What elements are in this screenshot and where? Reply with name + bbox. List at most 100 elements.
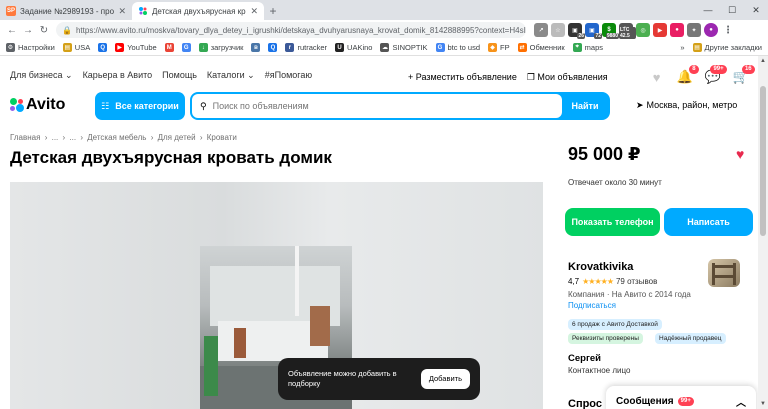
extension-5-icon[interactable]: ▶: [653, 23, 667, 37]
bookmark-exchange[interactable]: ⇄ Обменник: [517, 43, 565, 52]
favorites-heart-icon[interactable]: ♥: [648, 68, 666, 86]
tab-task[interactable]: SP Задание №2989193 - просмотр з ✕: [0, 2, 132, 20]
nav-help[interactable]: Помощь: [162, 70, 197, 81]
breadcrumb-beds[interactable]: Кровати: [207, 133, 237, 142]
bookmark-rutracker[interactable]: r rutracker: [285, 43, 327, 52]
star-icon[interactable]: ☆: [551, 23, 565, 37]
nav-catalogs[interactable]: Каталоги ⌄: [207, 70, 255, 81]
contact-name: Сергей: [568, 353, 602, 364]
tab-title: Детская двухъярусная кровать д: [152, 6, 246, 16]
gmail-icon: M: [164, 43, 174, 52]
search-field[interactable]: ⚲: [192, 94, 562, 118]
bookmark-usa[interactable]: ▤ USA: [62, 43, 90, 52]
favorite-heart-icon[interactable]: ♥: [736, 146, 744, 162]
url-text: https://www.avito.ru/moskva/tovary_dlya_…: [75, 25, 526, 35]
all-categories-button[interactable]: ☷ Все категории: [95, 92, 185, 120]
search-input[interactable]: [212, 101, 513, 111]
extension-2-icon[interactable]: ▣ 72: [585, 23, 602, 39]
chevron-up-icon[interactable]: ︿: [736, 394, 746, 409]
back-arrow-icon[interactable]: ←: [4, 22, 20, 38]
search-button[interactable]: Найти: [562, 101, 608, 111]
bookmark-maps[interactable]: ⌖ maps: [572, 43, 603, 52]
bookmark-q2[interactable]: Q: [268, 43, 278, 52]
scroll-down-icon[interactable]: ▼: [758, 399, 768, 409]
breadcrumb-for-kids[interactable]: Для детей: [158, 133, 196, 142]
scroll-up-icon[interactable]: ▲: [758, 56, 768, 66]
top-nav-right: + Разместить объявление ❐ Мои объявления…: [408, 65, 758, 88]
profile-icon[interactable]: ●: [704, 23, 718, 37]
uakino-icon: U: [335, 43, 345, 52]
nav-ya-pomogayu[interactable]: #яПомогаю: [265, 70, 312, 81]
seller-name[interactable]: Krovatkivika: [568, 261, 633, 273]
share-icon[interactable]: ↗: [534, 23, 548, 37]
rutracker-icon: r: [285, 43, 295, 52]
seller-meta: Компания · На Авито с 2014 года: [568, 290, 691, 299]
extension-6-icon[interactable]: ●: [670, 23, 684, 37]
bookmark-downloader[interactable]: ↓ загрузчик: [198, 43, 243, 52]
nav-career[interactable]: Карьера в Авито: [83, 70, 153, 81]
bookmark-uakino[interactable]: U UAKino: [335, 43, 372, 52]
write-message-button[interactable]: Написать: [664, 208, 753, 236]
minimize-icon[interactable]: —: [696, 0, 720, 20]
bookmark-gmail[interactable]: M: [164, 43, 174, 52]
cart-icon[interactable]: 🛒 16: [732, 65, 755, 86]
avito-favicon-icon: [138, 6, 148, 16]
bookmark-settings[interactable]: ⚙ Настройки: [6, 43, 55, 52]
grid-icon: ☷: [101, 100, 110, 111]
bookmark-q[interactable]: Q: [98, 43, 108, 52]
bookmark-vk[interactable]: в: [251, 43, 261, 52]
notifications-bell-icon[interactable]: 🔔 8: [676, 65, 699, 86]
page-title: Детская двухъярусная кровать домик: [10, 148, 332, 167]
reliable-seller-badge: Надёжный продавец: [655, 333, 726, 344]
delivery-sales-badge: 6 продаж с Авито Доставкой: [568, 319, 662, 330]
menu-dots-icon[interactable]: ⋮: [721, 23, 735, 37]
tab-avito[interactable]: Детская двухъярусная кровать д ✕: [132, 2, 264, 20]
fp-icon: ◆: [488, 43, 498, 52]
messages-chat-icon[interactable]: 💬 99+: [704, 65, 727, 86]
nav-business[interactable]: Для бизнеса ⌄: [10, 70, 73, 81]
reviews-link[interactable]: 79 отзывов: [616, 277, 657, 286]
subscribe-link[interactable]: Подписаться: [568, 301, 616, 310]
location-selector[interactable]: ➤ Москва, район, метро: [636, 100, 737, 111]
my-ads-link[interactable]: ❐ Мои объявления: [527, 72, 608, 83]
download-icon: ↓: [198, 43, 208, 52]
breadcrumb-home[interactable]: Главная: [10, 133, 40, 142]
puzzle-icon[interactable]: ✦: [687, 23, 701, 37]
show-phone-button[interactable]: Показать телефон: [565, 208, 660, 236]
bookmark-fp[interactable]: ◆ FP: [488, 43, 510, 52]
close-window-icon[interactable]: ✕: [744, 0, 768, 20]
extension-1-icon[interactable]: ▣ 26: [568, 23, 585, 39]
bookmark-other[interactable]: ▤ Другие закладки: [692, 43, 762, 52]
new-tab-plus-icon[interactable]: +: [264, 2, 282, 20]
search-icon: ⚲: [200, 100, 207, 111]
messages-count-badge: 99+: [677, 396, 694, 406]
avito-page: Для бизнеса ⌄ Карьера в Авито Помощь Кат…: [0, 56, 758, 409]
seller-rating: 4,7 ★★★★★ 79 отзывов: [568, 277, 658, 286]
url-bar[interactable]: 🔒 https://www.avito.ru/moskva/tovary_dly…: [56, 22, 526, 38]
extension-3-icon[interactable]: $9880: [602, 23, 619, 39]
extension-4-icon[interactable]: ◎: [636, 23, 650, 37]
bookmark-youtube[interactable]: ▶ YouTube: [115, 43, 157, 52]
bookmark-btc[interactable]: Gbtc to usd: [435, 43, 480, 52]
messages-bar[interactable]: Сообщения 99+ ︿: [606, 386, 756, 409]
reload-icon[interactable]: ↻: [36, 22, 52, 38]
bookmark-sinoptik[interactable]: ☁ SINOPTIK: [380, 43, 428, 52]
bookmark-google[interactable]: G: [181, 43, 191, 52]
price: 95 000 ₽: [568, 144, 641, 164]
sp-favicon-icon: SP: [6, 6, 16, 16]
scrollbar-thumb[interactable]: [760, 86, 766, 236]
add-to-collection-button[interactable]: Добавить: [420, 369, 470, 389]
close-tab-icon[interactable]: ✕: [250, 6, 258, 17]
avito-logo[interactable]: Avito: [10, 96, 65, 114]
forward-arrow-icon[interactable]: →: [20, 22, 36, 38]
ltc-extension-icon[interactable]: ŁLTC 42.5: [619, 23, 636, 39]
close-tab-icon[interactable]: ✕: [118, 6, 126, 17]
page-scrollbar[interactable]: ▲ ▼: [758, 56, 768, 409]
maximize-icon[interactable]: ☐: [720, 0, 744, 20]
breadcrumb-kids-furniture[interactable]: Детская мебель: [87, 133, 146, 142]
bookmarks-overflow-icon[interactable]: »: [680, 43, 684, 52]
verified-requisites-badge: Реквизиты проверены: [568, 333, 643, 344]
search-bar: ⚲ Найти: [190, 92, 610, 120]
seller-logo[interactable]: [708, 259, 740, 287]
post-ad-link[interactable]: + Разместить объявление: [408, 72, 517, 82]
